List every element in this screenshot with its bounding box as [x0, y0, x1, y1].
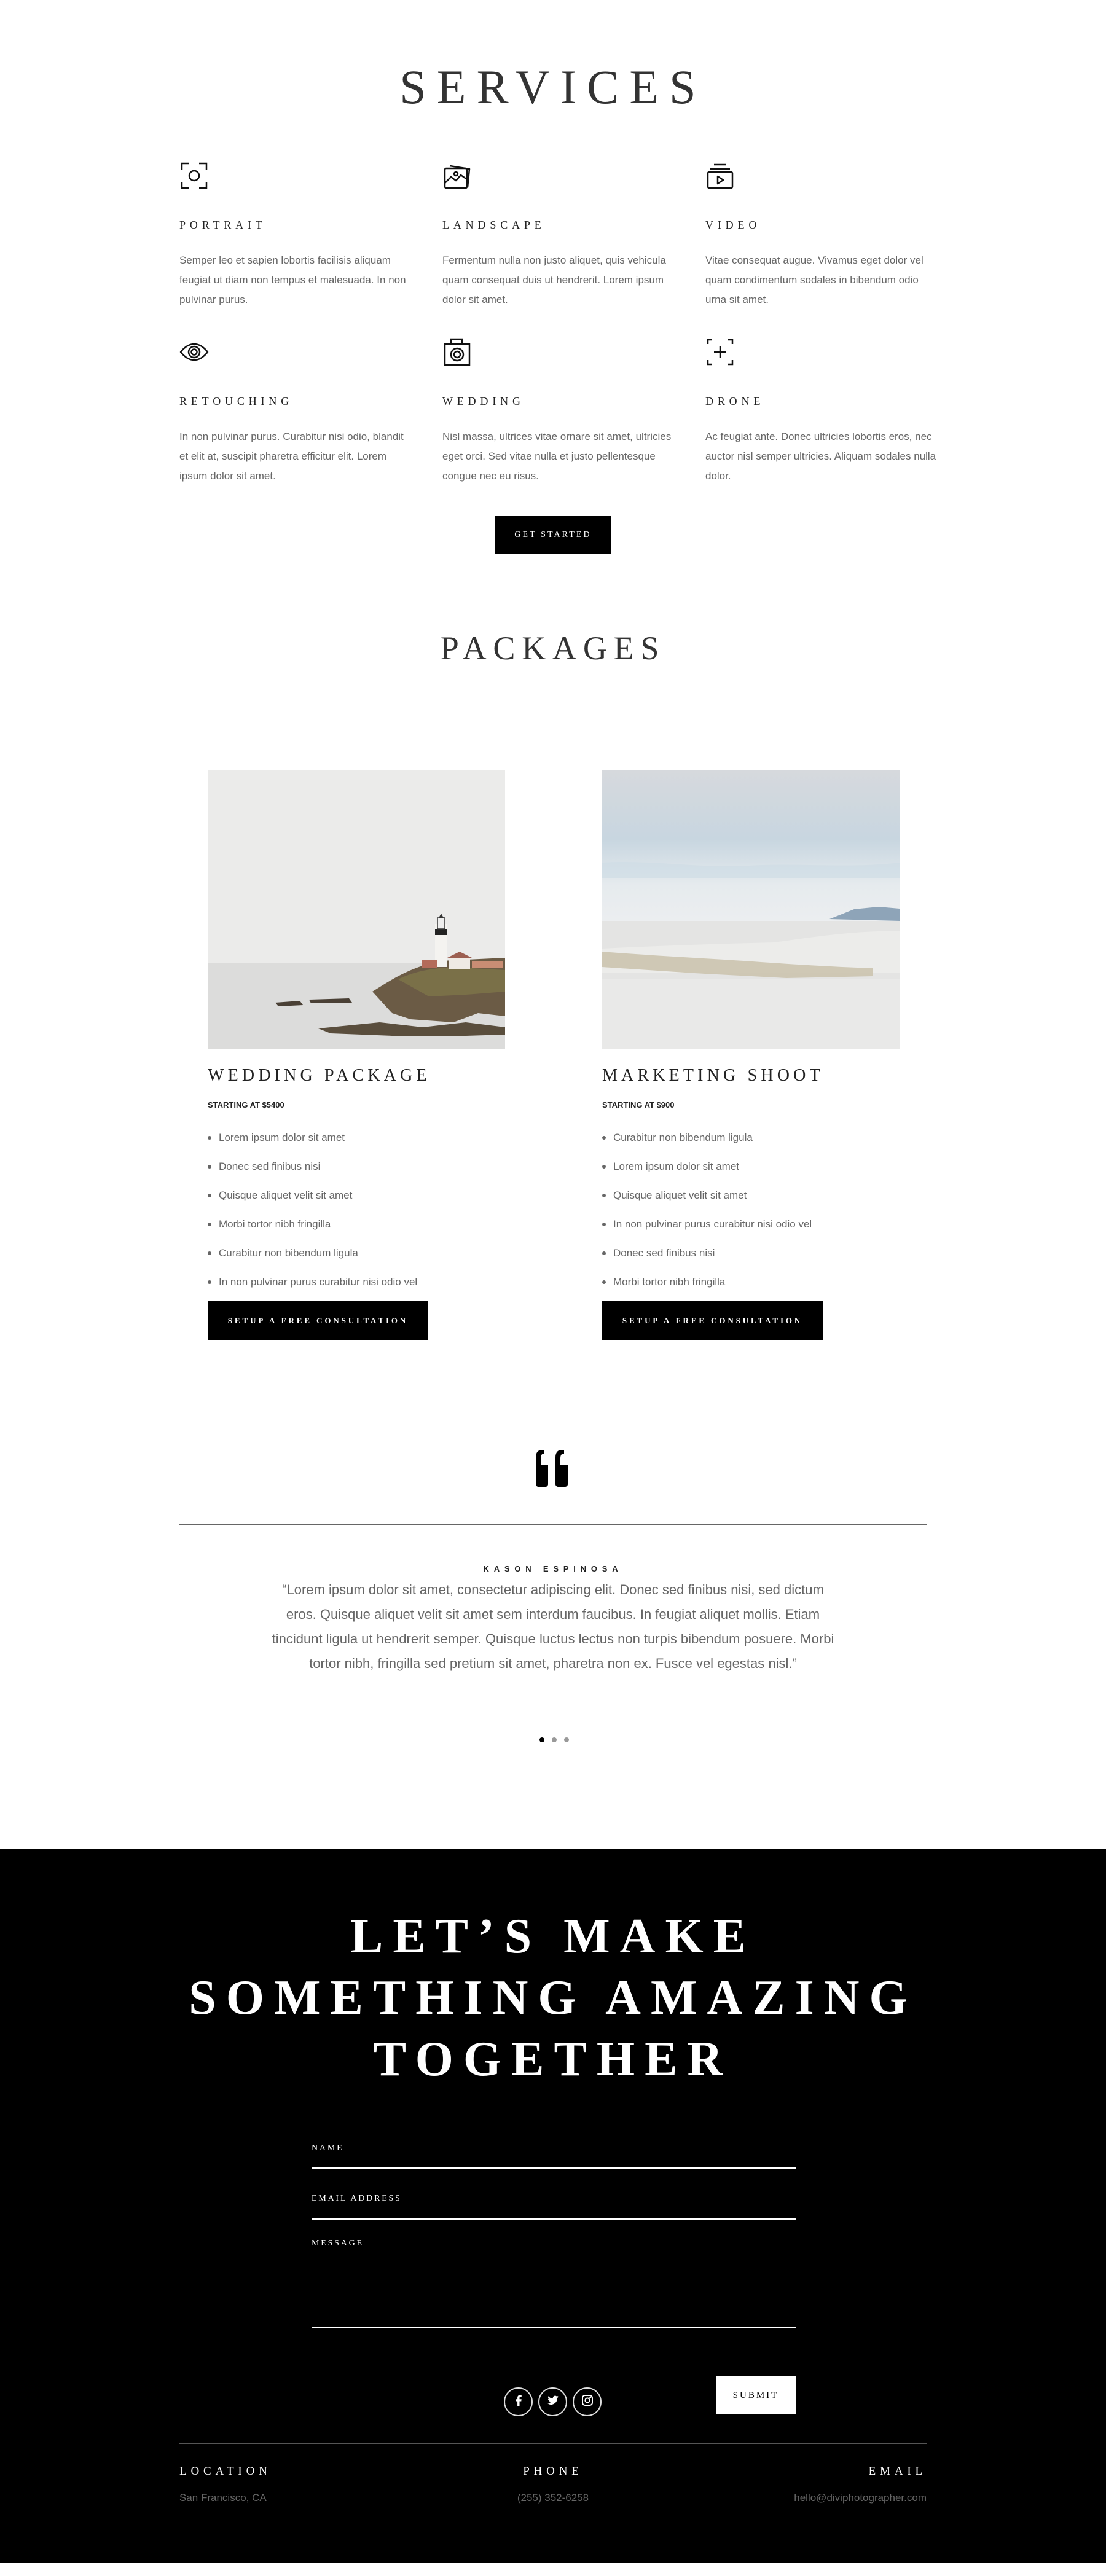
package-card-marketing: MARKETING SHOOT STARTING AT $900 Curabit… [602, 770, 900, 1340]
name-input[interactable] [312, 2138, 796, 2156]
package-title: WEDDING PACKAGE [208, 1066, 431, 1085]
package-image-lighthouse [208, 770, 505, 1049]
package-feature: Morbi tortor nibh fringilla [602, 1267, 900, 1296]
portrait-focus-icon [179, 161, 209, 190]
message-field-wrapper: MESSAGE [312, 2220, 796, 2328]
package-feature: Quisque aliquet velit sit amet [602, 1181, 900, 1210]
facebook-icon [512, 2394, 525, 2410]
drone-crosshair-icon [705, 337, 735, 367]
get-started-button[interactable]: GET STARTED [495, 516, 611, 554]
package-price: STARTING AT $5400 [208, 1100, 284, 1110]
instagram-icon [581, 2394, 594, 2410]
service-card-landscape: LANDSCAPE Fermentum nulla non justo aliq… [442, 161, 705, 337]
package-feature: Curabitur non bibendum ligula [602, 1123, 900, 1152]
testimonial-section: KASON ESPINOSA “Lorem ipsum dolor sit am… [0, 1401, 1106, 1849]
service-card-drone: DRONE Ac feugiat ante. Donec ultricies l… [705, 337, 968, 514]
marketing-consultation-button[interactable]: SETUP A FREE CONSULTATION [602, 1301, 823, 1340]
camera-icon [442, 337, 472, 367]
wedding-consultation-button[interactable]: SETUP A FREE CONSULTATION [208, 1301, 428, 1340]
location-label: LOCATION [179, 2465, 272, 2478]
package-feature: Donec sed finibus nisi [602, 1239, 900, 1267]
landscape-photos-icon [442, 161, 472, 190]
service-description: Ac feugiat ante. Donec ultricies loborti… [705, 431, 936, 482]
service-description: In non pulvinar purus. Curabitur nisi od… [179, 431, 404, 482]
service-description: Nisl massa, ultrices vitae ornare sit am… [442, 431, 672, 482]
location-info: LOCATION San Francisco, CA [179, 2464, 272, 2505]
phone-value[interactable]: (255) 352-6258 [430, 2491, 676, 2505]
services-section: SERVICES PORTRAIT Semper leo et sapien l… [0, 0, 1106, 602]
email-field-wrapper: EMAIL ADDRESS [312, 2176, 796, 2220]
service-title: PORTRAIT [179, 219, 267, 231]
phone-info: PHONE (255) 352-6258 [430, 2464, 676, 2505]
package-feature: In non pulvinar purus curabitur nisi odi… [602, 1210, 900, 1239]
message-underline [312, 2327, 796, 2328]
package-feature: Lorem ipsum dolor sit amet [602, 1152, 900, 1181]
slider-pagination [539, 1737, 569, 1742]
package-feature: Curabitur non bibendum ligula [208, 1239, 505, 1267]
eye-icon [179, 337, 209, 367]
phone-label: PHONE [523, 2465, 583, 2478]
footer-divider [179, 2443, 927, 2444]
instagram-link[interactable] [573, 2387, 602, 2416]
name-field-wrapper: NAME [312, 2126, 796, 2176]
package-image-dunes [602, 770, 900, 1049]
service-title: RETOUCHING [179, 395, 294, 407]
service-title: VIDEO [705, 219, 761, 231]
facebook-link[interactable] [504, 2387, 533, 2416]
quote-icon [533, 1450, 573, 1487]
service-title: DRONE [705, 395, 765, 407]
services-grid: PORTRAIT Semper leo et sapien lobortis f… [179, 161, 936, 514]
packages-section: PACKAGES WEDDING PACKAGE STARTING AT $54… [0, 602, 1106, 1401]
email-info-value[interactable]: hello@diviphotographer.com [794, 2491, 927, 2505]
service-description: Semper leo et sapien lobortis facilisis … [179, 254, 406, 305]
package-price: STARTING AT $900 [602, 1100, 675, 1110]
testimonial-text: “Lorem ipsum dolor sit amet, consectetur… [272, 1582, 834, 1671]
contact-form: NAME EMAIL ADDRESS MESSAGE SUBMIT [312, 2126, 796, 2414]
package-feature: Donec sed finibus nisi [208, 1152, 505, 1181]
package-feature-list: Curabitur non bibendum ligula Lorem ipsu… [602, 1123, 900, 1296]
service-title: LANDSCAPE [442, 219, 546, 231]
services-title: SERVICES [399, 60, 707, 114]
message-textarea[interactable] [312, 2234, 796, 2314]
testimonial-divider [179, 1524, 927, 1525]
twitter-link[interactable] [538, 2387, 567, 2416]
slider-dot-1[interactable] [539, 1737, 544, 1742]
email-info: EMAIL hello@diviphotographer.com [794, 2464, 927, 2505]
headline-line: SOMETHING AMAZING [189, 1971, 917, 2025]
service-description: Vitae consequat augue. Vivamus eget dolo… [705, 254, 924, 305]
submit-button[interactable]: SUBMIT [716, 2376, 796, 2414]
package-feature-list: Lorem ipsum dolor sit amet Donec sed fin… [208, 1123, 505, 1296]
package-card-wedding: WEDDING PACKAGE STARTING AT $5400 Lorem … [208, 770, 505, 1340]
contact-headline: LET’S MAKE SOMETHING AMAZING TOGETHER [0, 1906, 1106, 2090]
video-play-icon [705, 161, 735, 190]
package-feature: Quisque aliquet velit sit amet [208, 1181, 505, 1210]
name-underline [312, 2167, 796, 2169]
service-card-portrait: PORTRAIT Semper leo et sapien lobortis f… [179, 161, 442, 337]
email-info-label: EMAIL [868, 2465, 927, 2478]
location-value: San Francisco, CA [179, 2492, 267, 2504]
headline-line: TOGETHER [373, 2032, 733, 2086]
service-card-video: VIDEO Vitae consequat augue. Vivamus ege… [705, 161, 968, 337]
testimonial-author: KASON ESPINOSA [483, 1564, 623, 1573]
twitter-icon [547, 2394, 559, 2410]
package-feature: Morbi tortor nibh fringilla [208, 1210, 505, 1239]
email-input[interactable] [312, 2188, 796, 2207]
service-card-wedding: WEDDING Nisl massa, ultrices vitae ornar… [442, 337, 705, 514]
service-card-retouching: RETOUCHING In non pulvinar purus. Curabi… [179, 337, 442, 514]
package-title: MARKETING SHOOT [602, 1066, 824, 1085]
contact-section: LET’S MAKE SOMETHING AMAZING TOGETHER NA… [0, 1849, 1106, 2563]
package-feature: Lorem ipsum dolor sit amet [208, 1123, 505, 1152]
packages-title: PACKAGES [440, 630, 666, 667]
service-title: WEDDING [442, 395, 525, 407]
slider-dot-2[interactable] [552, 1737, 557, 1742]
service-description: Fermentum nulla non justo aliquet, quis … [442, 254, 666, 305]
slider-dot-3[interactable] [564, 1737, 569, 1742]
headline-line: LET’S MAKE [350, 1909, 756, 1963]
package-feature: In non pulvinar purus curabitur nisi odi… [208, 1267, 505, 1296]
social-links [504, 2387, 602, 2416]
